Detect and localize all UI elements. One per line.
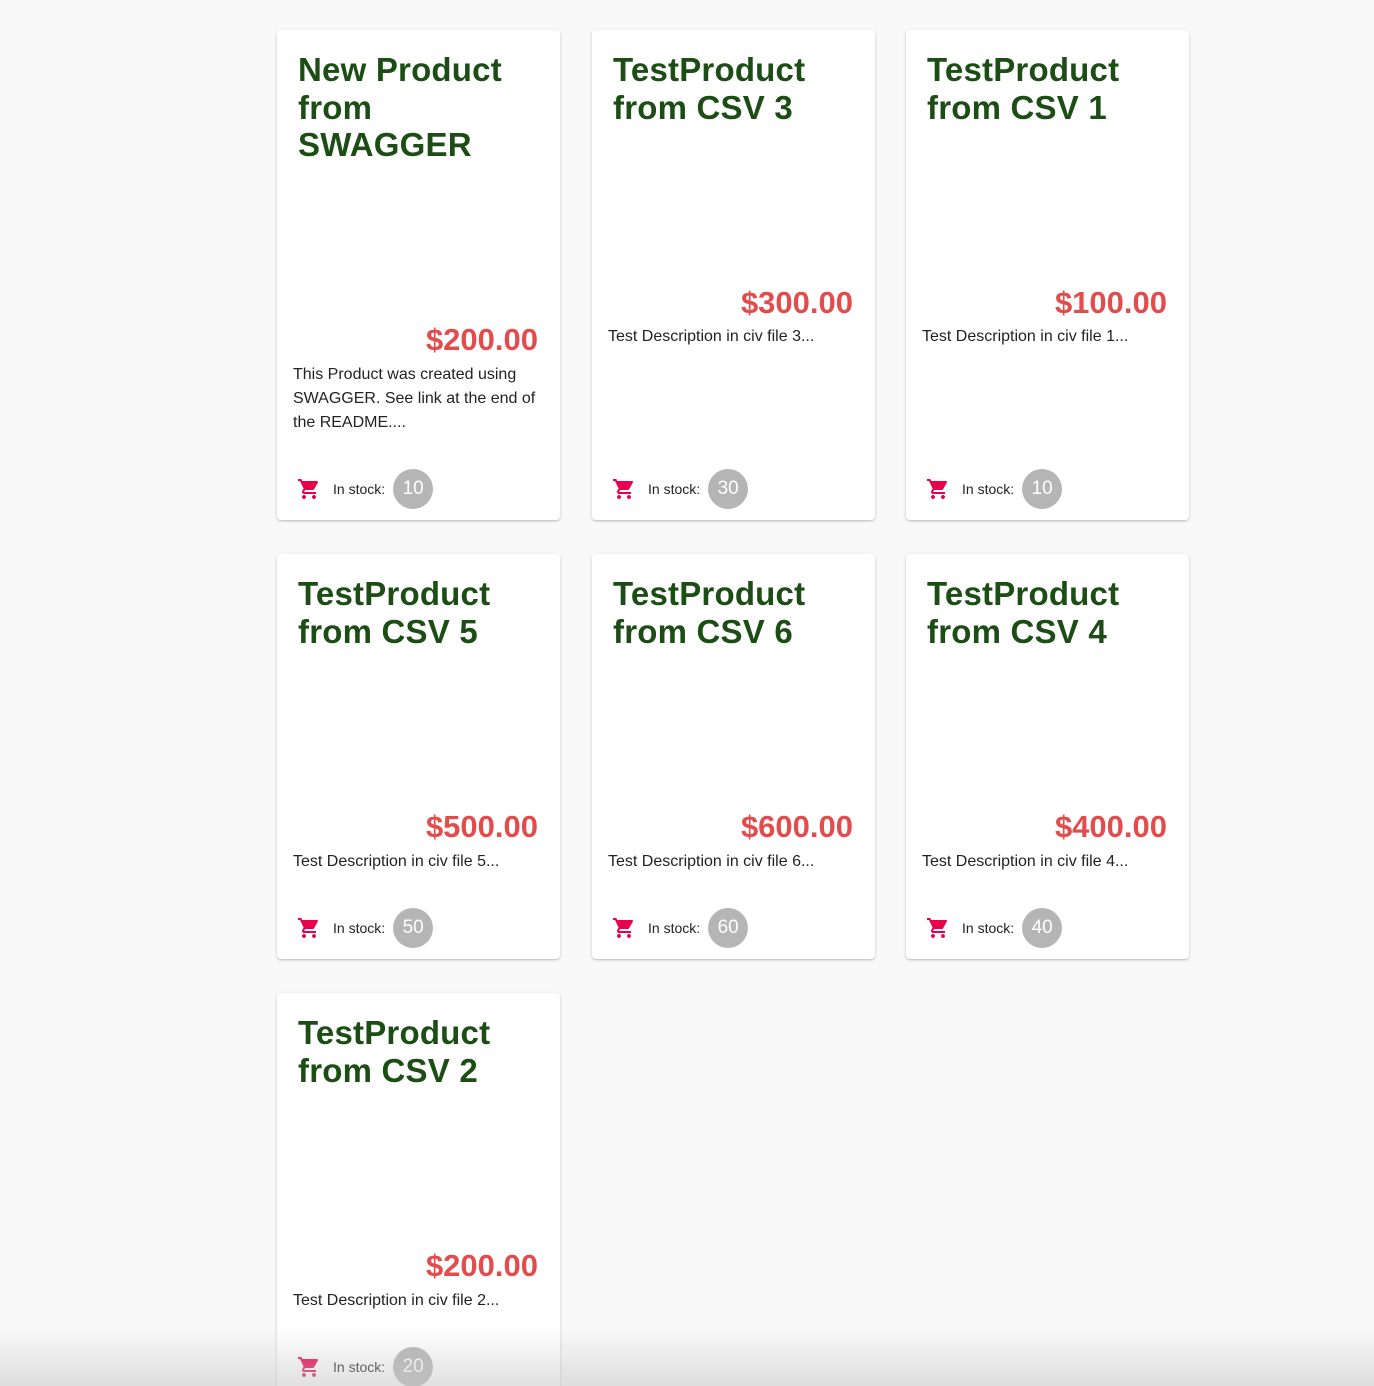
shopping-cart-icon[interactable]	[612, 916, 636, 940]
product-title[interactable]: New Product from SWAGGER	[298, 51, 538, 164]
stock-label: In stock:	[333, 481, 386, 497]
product-card[interactable]: TestProduct from CSV 2 $200.00 Test Desc…	[277, 993, 560, 1386]
stock-label: In stock:	[333, 920, 386, 936]
stock-row: In stock: 10	[926, 469, 1063, 509]
stock-row: In stock: 20	[297, 1347, 434, 1386]
stock-label: In stock:	[962, 481, 1015, 497]
stock-count-badge: 10	[393, 469, 434, 509]
stock-count-badge: 30	[708, 469, 749, 509]
product-card[interactable]: TestProduct from CSV 6 $600.00 Test Desc…	[592, 554, 875, 959]
product-description: Test Description in civ file 5...	[293, 853, 500, 870]
product-description: This Product was created using SWAGGER. …	[293, 366, 536, 431]
shopping-cart-icon[interactable]	[926, 477, 950, 501]
product-card[interactable]: TestProduct from CSV 1 $100.00 Test Desc…	[906, 30, 1189, 520]
product-card[interactable]: New Product from SWAGGER $200.00 This Pr…	[277, 30, 560, 520]
product-price: $100.00	[1054, 285, 1167, 320]
product-card[interactable]: TestProduct from CSV 4 $400.00 Test Desc…	[906, 554, 1189, 959]
stock-row: In stock: 40	[926, 908, 1063, 948]
product-card[interactable]: TestProduct from CSV 5 $500.00 Test Desc…	[277, 554, 560, 959]
product-title[interactable]: TestProduct from CSV 4	[927, 575, 1167, 650]
shopping-cart-icon[interactable]	[612, 477, 636, 501]
stock-count-badge: 60	[708, 908, 749, 948]
product-price: $500.00	[425, 809, 538, 844]
product-title[interactable]: TestProduct from CSV 1	[927, 51, 1167, 126]
stock-row: In stock: 10	[297, 469, 434, 509]
stock-row: In stock: 30	[612, 469, 749, 509]
product-price: $600.00	[740, 809, 853, 844]
stock-label: In stock:	[648, 481, 701, 497]
product-price: $400.00	[1054, 809, 1167, 844]
product-title[interactable]: TestProduct from CSV 2	[298, 1014, 538, 1089]
product-description: Test Description in civ file 4...	[922, 853, 1129, 870]
stock-label: In stock:	[648, 920, 701, 936]
shopping-cart-icon[interactable]	[926, 916, 950, 940]
stock-count-badge: 20	[393, 1347, 434, 1386]
product-description: Test Description in civ file 3...	[608, 328, 815, 345]
product-title[interactable]: TestProduct from CSV 6	[613, 575, 853, 650]
product-price: $200.00	[425, 322, 538, 357]
stock-count-badge: 50	[393, 908, 434, 948]
stock-count-badge: 40	[1022, 908, 1063, 948]
product-price: $200.00	[425, 1248, 538, 1283]
bottom-scroll-shadow	[0, 1326, 1374, 1386]
product-description: Test Description in civ file 6...	[608, 853, 815, 870]
product-description: Test Description in civ file 1...	[922, 328, 1129, 345]
stock-row: In stock: 50	[297, 908, 434, 948]
stock-count-badge: 10	[1022, 469, 1063, 509]
product-description: Test Description in civ file 2...	[293, 1292, 500, 1309]
product-title[interactable]: TestProduct from CSV 3	[613, 51, 853, 126]
stock-label: In stock:	[333, 1359, 386, 1375]
product-grid-page: New Product from SWAGGER $200.00 This Pr…	[0, 0, 1374, 1386]
stock-row: In stock: 60	[612, 908, 749, 948]
stock-label: In stock:	[962, 920, 1015, 936]
product-title[interactable]: TestProduct from CSV 5	[298, 575, 538, 650]
shopping-cart-icon[interactable]	[297, 477, 321, 501]
shopping-cart-icon[interactable]	[297, 1355, 321, 1379]
product-price: $300.00	[740, 285, 853, 320]
shopping-cart-icon[interactable]	[297, 916, 321, 940]
product-card[interactable]: TestProduct from CSV 3 $300.00 Test Desc…	[592, 30, 875, 520]
